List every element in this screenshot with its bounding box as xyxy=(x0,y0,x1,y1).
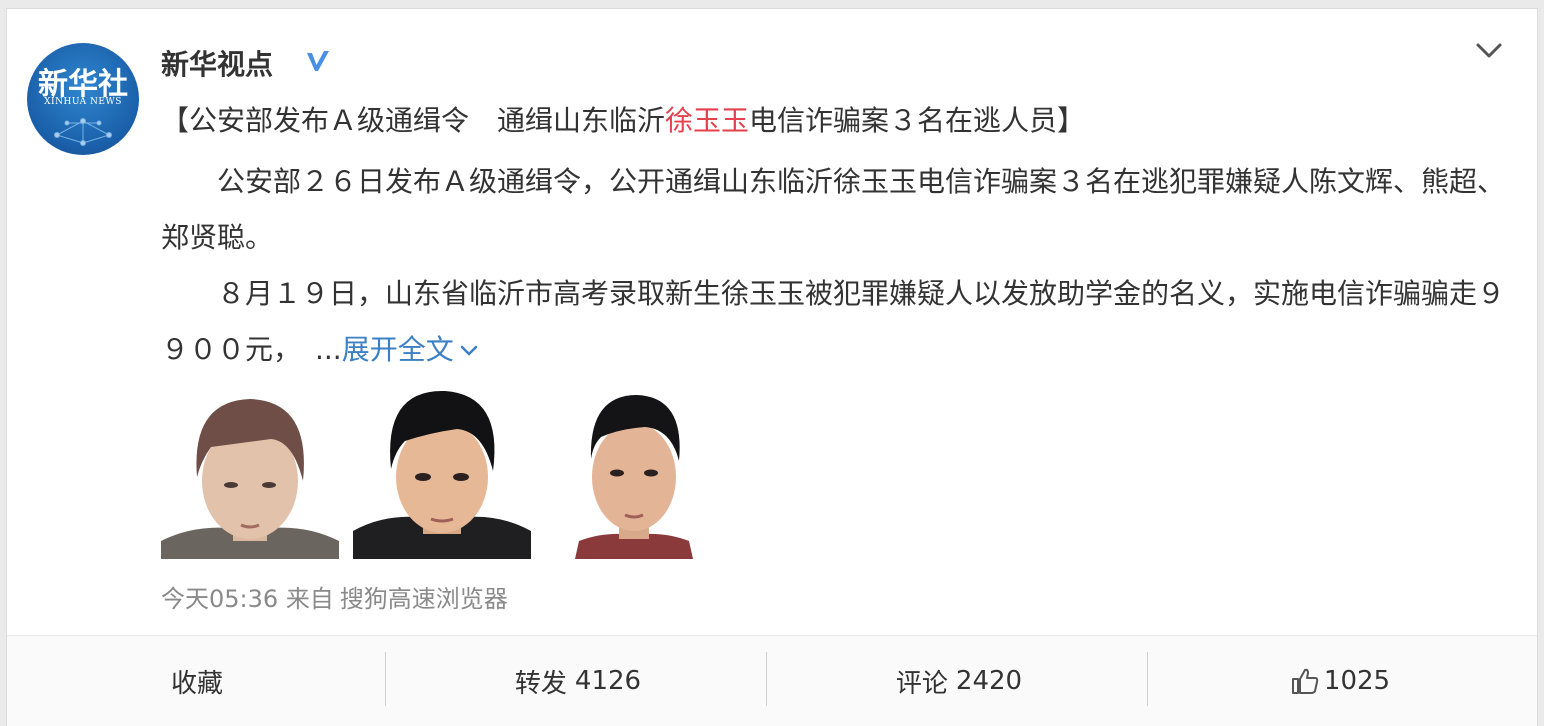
avatar[interactable]: 新华社 XINHUA NEWS xyxy=(27,43,139,155)
post-paragraph-1: 公安部２６日发布Ａ级通缉令，公开通缉山东临沂徐玉玉电信诈骗案３名在逃犯罪嫌疑人陈… xyxy=(161,165,1506,254)
chevron-down-small-icon xyxy=(460,345,477,356)
comment-button[interactable]: 评论 2420 xyxy=(769,636,1149,726)
favorite-button[interactable]: 收藏 xyxy=(7,636,387,726)
author-name[interactable]: 新华视点 xyxy=(161,43,273,83)
suspect-photo-3-image xyxy=(545,381,723,559)
like-button[interactable]: 1025 xyxy=(1150,636,1530,726)
action-bar: 收藏 转发 4126 评论 2420 1025 xyxy=(7,635,1537,726)
post-paragraph-2: ８月１９日，山东省临沂市高考录取新生徐玉玉被犯罪嫌疑人以发放助学金的名义，实施电… xyxy=(161,266,1506,378)
title-text-before: 【公安部发布Ａ级通缉令 通缉山东临沂 xyxy=(161,104,666,137)
suspect-photo-1-image xyxy=(161,381,339,559)
avatar-logo-subtext: XINHUA NEWS xyxy=(44,97,122,107)
chevron-down-icon[interactable] xyxy=(1473,39,1505,63)
suspect-photo-2-image xyxy=(353,381,531,559)
post-time[interactable]: 今天05:36 xyxy=(161,585,278,613)
divider xyxy=(1147,652,1148,706)
suspect-photo-2[interactable] xyxy=(353,381,531,559)
title-text-after: 电信诈骗案３名在逃人员】 xyxy=(749,104,1086,137)
expand-full-text-link[interactable]: 展开全文 xyxy=(342,333,480,366)
comment-count: 2420 xyxy=(955,666,1023,696)
favorite-label: 收藏 xyxy=(170,668,223,699)
suspect-photo-3[interactable] xyxy=(545,381,723,559)
from-label: 来自 xyxy=(285,585,334,613)
expand-label: 展开全文 xyxy=(341,333,454,366)
repost-label: 转发 xyxy=(514,668,567,699)
post-source[interactable]: 搜狗高速浏览器 xyxy=(340,585,508,613)
divider xyxy=(385,652,386,706)
suspect-photo-1[interactable] xyxy=(161,381,339,559)
weibo-post-card: 新华社 XINHUA NEWS 新华视点 【公安部发布Ａ级通缉令 通缉山东临沂徐… xyxy=(6,8,1538,726)
post-meta: 今天05:36 来自 搜狗高速浏览器 xyxy=(161,579,508,614)
repost-button[interactable]: 转发 4126 xyxy=(388,636,768,726)
divider xyxy=(766,652,767,706)
comment-label: 评论 xyxy=(895,668,948,699)
verified-icon xyxy=(307,51,329,71)
repost-count: 4126 xyxy=(574,666,642,696)
post-title: 【公安部发布Ａ级通缉令 通缉山东临沂徐玉玉电信诈骗案３名在逃人员】 xyxy=(161,101,1501,141)
title-highlight[interactable]: 徐玉玉 xyxy=(665,104,749,137)
thumbs-up-icon xyxy=(1291,668,1319,694)
like-count: 1025 xyxy=(1323,666,1391,696)
